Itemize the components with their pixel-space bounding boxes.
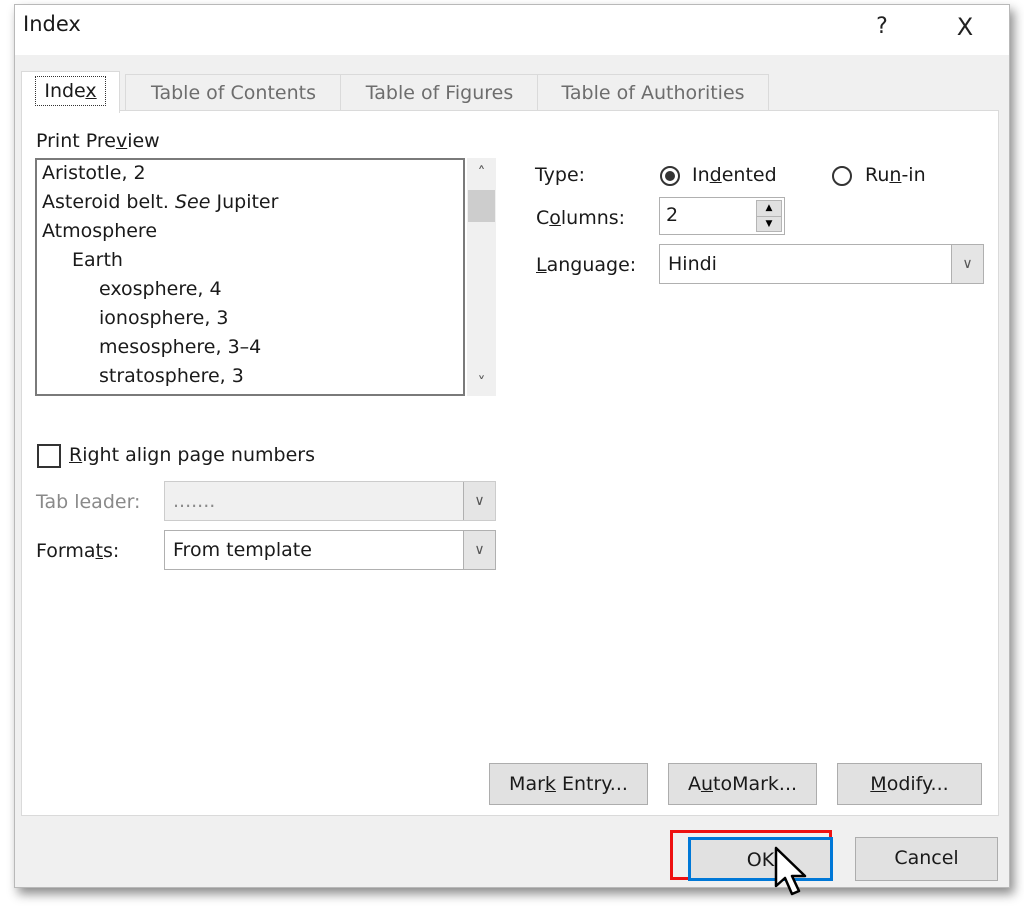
tab-table-of-authorities[interactable]: Table of Authorities <box>537 74 769 111</box>
spin-down-icon[interactable]: ▼ <box>757 217 781 232</box>
chevron-down-icon: ∨ <box>463 482 495 520</box>
tab-table-of-contents[interactable]: Table of Contents <box>125 74 342 111</box>
tab-leader-label: Tab leader: <box>36 491 141 513</box>
columns-spin-buttons[interactable]: ▲ ▼ <box>756 200 782 232</box>
indented-label[interactable]: Indented <box>692 164 777 186</box>
type-label: Type: <box>535 164 586 186</box>
cancel-button[interactable]: Cancel <box>855 837 998 881</box>
print-preview-box: Aristotle, 2 Asteroid belt. See Jupiter … <box>35 158 465 396</box>
columns-value[interactable]: 2 <box>666 204 678 226</box>
chevron-down-icon[interactable]: ∨ <box>951 245 983 283</box>
indented-radio[interactable] <box>660 166 680 186</box>
close-button[interactable]: X <box>947 9 983 45</box>
preview-scrollbar[interactable]: ˄ ˅ <box>467 158 496 396</box>
scroll-up-arrow-icon[interactable]: ˄ <box>467 160 496 186</box>
right-align-checkbox[interactable] <box>37 444 61 468</box>
scroll-down-arrow-icon[interactable]: ˅ <box>467 370 496 396</box>
index-tab-panel: Print Preview Aristotle, 2 Asteroid belt… <box>21 110 999 816</box>
columns-label: Columns: <box>536 207 626 229</box>
formats-dropdown[interactable]: From template ∨ <box>164 530 496 570</box>
columns-spinner[interactable]: 2 ▲ ▼ <box>659 197 785 235</box>
tab-index-label: Index <box>35 76 106 106</box>
dialog-title: Index <box>23 12 81 36</box>
preview-line: Asteroid belt. See Jupiter <box>42 191 279 213</box>
formats-value: From template <box>173 539 312 561</box>
index-dialog: Index ? X Index Table of Contents Table … <box>14 4 1010 888</box>
preview-line: exosphere, 4 <box>99 278 222 300</box>
help-button[interactable]: ? <box>867 9 897 45</box>
language-dropdown[interactable]: Hindi ∨ <box>659 244 984 284</box>
modify-button[interactable]: Modify... <box>837 763 982 805</box>
chevron-down-icon[interactable]: ∨ <box>463 531 495 569</box>
automark-button[interactable]: AutoMark... <box>668 763 817 805</box>
tab-leader-value: ....... <box>173 490 216 512</box>
print-preview-label: Print Preview <box>36 130 160 152</box>
tab-table-of-figures[interactable]: Table of Figures <box>340 74 539 111</box>
run-in-radio[interactable] <box>832 166 852 186</box>
preview-line: Earth <box>72 249 123 271</box>
scrollbar-thumb[interactable] <box>468 190 495 222</box>
preview-line: stratosphere, 3 <box>99 365 244 387</box>
tab-leader-dropdown: ....... ∨ <box>164 481 496 521</box>
language-label: Language: <box>536 254 637 276</box>
formats-label: Formats: <box>36 540 120 562</box>
preview-line: ionosphere, 3 <box>99 307 229 329</box>
mark-entry-button[interactable]: Mark Entry... <box>489 763 648 805</box>
preview-line: Aristotle, 2 <box>42 162 146 184</box>
run-in-label[interactable]: Run-in <box>865 164 926 186</box>
spin-up-icon[interactable]: ▲ <box>757 201 781 217</box>
title-bar: Index ? X <box>15 5 1009 55</box>
language-value: Hindi <box>668 253 717 275</box>
preview-line: mesosphere, 3–4 <box>99 336 262 358</box>
tab-index[interactable]: Index <box>21 71 120 113</box>
right-align-label[interactable]: Right align page numbers <box>69 444 315 466</box>
mouse-pointer-icon <box>774 846 807 896</box>
preview-line: Atmosphere <box>42 220 158 242</box>
